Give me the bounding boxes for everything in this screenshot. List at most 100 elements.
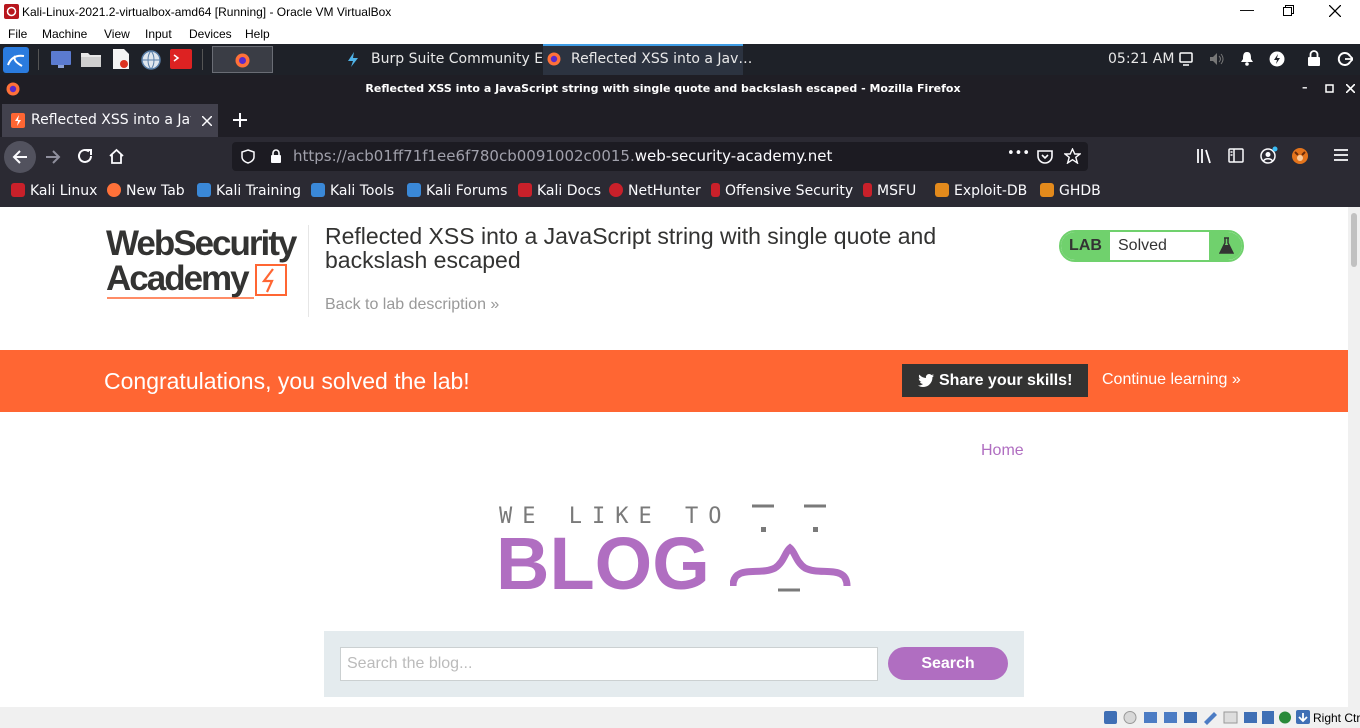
bookmark-kali-forums[interactable]: Kali Forums — [407, 183, 507, 199]
logo-line-1: WebSecurity — [106, 224, 297, 263]
back-to-lab-description-link[interactable]: Back to lab description » — [325, 296, 499, 314]
taskbar-firefox-label: Reflected XSS into a Jav… — [571, 51, 753, 67]
tab-strip: Reflected XSS into a Java — [0, 103, 1360, 137]
notification-bell-icon[interactable] — [1240, 51, 1254, 67]
msfu-favicon-icon — [863, 183, 872, 197]
bookmark-nethunter[interactable]: NetHunter — [609, 183, 701, 199]
tab-close-icon[interactable] — [202, 116, 212, 126]
terminal-icon[interactable] — [170, 49, 192, 69]
bookmark-star-icon[interactable] — [1064, 148, 1081, 164]
file-manager-icon[interactable] — [80, 50, 102, 68]
logo-lightning-icon — [107, 264, 287, 299]
bookmark-offensive-security[interactable]: Offensive Security — [711, 183, 853, 199]
vbox-app-icon — [4, 4, 19, 19]
account-icon[interactable] — [1260, 146, 1278, 164]
library-icon[interactable] — [1196, 148, 1213, 164]
firefox-favicon-icon — [107, 183, 121, 197]
search-button[interactable]: Search — [888, 647, 1008, 680]
bookmark-kali-tools[interactable]: Kali Tools — [311, 183, 394, 199]
congratulations-message: Congratulations, you solved the lab! — [104, 368, 470, 394]
firefox-icon — [235, 53, 250, 68]
page-scrollbar[interactable] — [1348, 207, 1360, 707]
exploit-db-favicon-icon — [935, 183, 949, 197]
kali-menu-icon[interactable] — [3, 47, 29, 73]
continue-learning-link[interactable]: Continue learning » — [1102, 371, 1241, 389]
tab-title: Reflected XSS into a Java — [31, 112, 191, 128]
home-button[interactable] — [108, 148, 125, 164]
menu-input[interactable]: Input — [145, 27, 172, 41]
clock[interactable]: 05:21 AM — [1108, 51, 1174, 67]
sidebar-icon[interactable] — [1228, 148, 1244, 163]
minimize-button[interactable]: — — [1240, 1, 1254, 17]
ff-close-button[interactable] — [1346, 84, 1355, 93]
bookmark-new-tab[interactable]: New Tab — [107, 183, 185, 199]
vbox-device-icons[interactable] — [1104, 710, 1300, 725]
text-editor-icon[interactable] — [111, 48, 131, 70]
flask-icon-container — [1209, 232, 1242, 260]
share-skills-button[interactable]: Share your skills! — [902, 364, 1088, 397]
forward-button[interactable] — [45, 150, 61, 164]
home-link[interactable]: Home — [981, 442, 1024, 460]
web-security-academy-logo[interactable]: WebSecurity Academy — [106, 224, 306, 307]
url-bar[interactable]: https://acb01ff71f1ee6f780cb0091002c0015… — [232, 142, 1088, 171]
search-input[interactable] — [340, 647, 878, 681]
back-button[interactable] — [4, 141, 36, 173]
kali-docs-favicon-icon — [518, 183, 532, 197]
lock-icon[interactable] — [270, 149, 282, 163]
hamburger-menu-icon[interactable] — [1334, 149, 1348, 161]
nethunter-favicon-icon — [609, 183, 623, 197]
page-viewport: WebSecurity Academy Reflected XSS into a… — [0, 207, 1348, 707]
foxyproxy-extension-icon[interactable] — [1291, 147, 1309, 165]
display-icon[interactable] — [1179, 52, 1193, 66]
menu-devices[interactable]: Devices — [189, 27, 232, 41]
back-arrow-icon — [12, 150, 27, 164]
menu-help[interactable]: Help — [245, 27, 270, 41]
bookmark-ghdb[interactable]: GHDB — [1040, 183, 1101, 199]
vbox-menu-bar: File Machine View Input Devices Help — [0, 23, 1360, 44]
pocket-icon[interactable] — [1037, 149, 1053, 164]
browser-globe-icon[interactable] — [140, 49, 162, 71]
ff-minimize-button[interactable]: – — [1302, 81, 1308, 94]
tracking-shield-icon[interactable] — [241, 149, 255, 164]
show-desktop-icon[interactable] — [50, 50, 72, 68]
page-actions-button[interactable]: ••• — [1007, 146, 1030, 161]
taskbar-burp-label: Burp Suite Community E… — [371, 51, 558, 67]
twitter-icon — [918, 374, 934, 387]
tab-active[interactable]: Reflected XSS into a Java — [2, 104, 218, 137]
header-divider — [308, 225, 309, 317]
kali-panel: Burp Suite Community E… Reflected XSS in… — [0, 44, 1360, 75]
restore-button[interactable] — [1283, 5, 1294, 16]
reload-button[interactable] — [77, 148, 93, 164]
portswigger-favicon — [11, 113, 25, 128]
blog-face-icon — [730, 504, 851, 592]
scrollbar-thumb[interactable] — [1351, 213, 1357, 267]
menu-view[interactable]: View — [104, 27, 130, 41]
firefox-launcher[interactable] — [212, 46, 273, 73]
menu-file[interactable]: File — [8, 27, 27, 41]
bookmark-kali-docs[interactable]: Kali Docs — [518, 183, 601, 199]
power-status-icon[interactable] — [1269, 51, 1285, 67]
firefox-title-bar: Reflected XSS into a JavaScript string w… — [0, 75, 1360, 103]
vbox-title-bar: Kali-Linux-2021.2-virtualbox-amd64 [Runn… — [0, 0, 1360, 23]
ghdb-favicon-icon — [1040, 183, 1054, 197]
bookmark-msfu[interactable]: MSFU — [863, 183, 916, 199]
new-tab-button[interactable] — [232, 112, 248, 128]
ff-maximize-button[interactable] — [1325, 84, 1334, 93]
volume-icon[interactable] — [1209, 52, 1225, 66]
nav-toolbar: https://acb01ff71f1ee6f780cb0091002c0015… — [0, 137, 1360, 175]
lab-title: Reflected XSS into a JavaScript string w… — [325, 223, 937, 273]
bookmark-kali-linux[interactable]: Kali Linux — [11, 183, 97, 199]
blog-banner: WE LIKE TO BLOG — [496, 500, 856, 605]
lock-screen-icon[interactable] — [1307, 50, 1321, 67]
lab-status-text: Solved — [1118, 237, 1167, 254]
close-button[interactable] — [1329, 5, 1341, 17]
bookmark-exploit-db[interactable]: Exploit-DB — [935, 183, 1027, 199]
logout-icon[interactable] — [1337, 51, 1353, 67]
taskbar-item-burp[interactable]: Burp Suite Community E… — [340, 44, 557, 75]
taskbar-item-firefox[interactable]: Reflected XSS into a Jav… — [543, 44, 752, 75]
menu-machine[interactable]: Machine — [42, 27, 87, 41]
keyboard-capture-icon[interactable] — [1296, 710, 1310, 724]
url-text[interactable]: https://acb01ff71f1ee6f780cb0091002c0015… — [293, 147, 832, 165]
banner-title: BLOG — [496, 522, 710, 605]
bookmark-kali-training[interactable]: Kali Training — [197, 183, 301, 199]
